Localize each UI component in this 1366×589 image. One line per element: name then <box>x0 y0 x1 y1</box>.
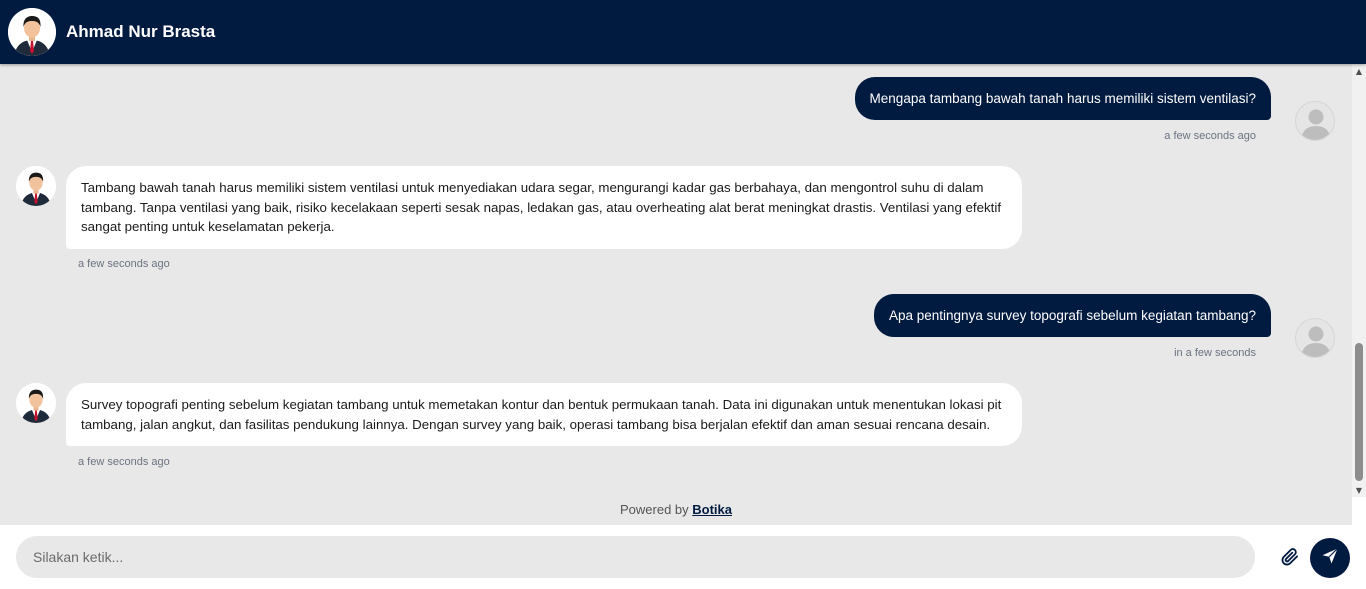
bot-message-bubble: Survey topografi penting sebelum kegiata… <box>66 383 1022 446</box>
message-composer <box>0 525 1366 589</box>
message-input[interactable] <box>16 536 1255 578</box>
user-message-bubble: Mengapa tambang bawah tanah harus memili… <box>854 77 1271 120</box>
user-avatar-icon <box>1295 101 1335 141</box>
paperclip-icon[interactable] <box>1279 546 1301 568</box>
contact-name: Ahmad Nur Brasta <box>66 22 216 41</box>
message-timestamp: a few seconds ago <box>1164 130 1256 142</box>
scroll-up-arrow-icon[interactable]: ▲ <box>1352 64 1366 78</box>
chat-messages-area[interactable]: Mengapa tambang bawah tanah harus memili… <box>0 64 1352 525</box>
send-button[interactable] <box>1310 538 1350 578</box>
chat-scrollbar[interactable]: ▲ ▼ <box>1352 64 1366 497</box>
powered-by-footer: Powered by Botika <box>0 502 1352 517</box>
message-timestamp: in a few seconds <box>1174 347 1256 359</box>
user-message-bubble: Apa pentingnya survey topografi sebelum … <box>874 294 1271 337</box>
scroll-down-arrow-icon[interactable]: ▼ <box>1352 483 1366 497</box>
user-avatar-icon <box>1295 318 1335 358</box>
paper-plane-icon <box>1321 547 1339 569</box>
bot-message-bubble: Tambang bawah tanah harus memiliki siste… <box>66 166 1022 249</box>
message-timestamp: a few seconds ago <box>78 258 170 270</box>
businessman-avatar-icon <box>8 8 56 56</box>
message-timestamp: a few seconds ago <box>78 456 170 468</box>
chat-header: Ahmad Nur Brasta <box>0 0 1366 64</box>
bot-avatar-icon <box>16 383 56 423</box>
powered-by-label: Powered by <box>619 502 689 517</box>
botika-link[interactable]: Botika <box>692 502 732 517</box>
bot-avatar-icon <box>16 166 56 206</box>
scrollbar-thumb[interactable] <box>1355 343 1363 481</box>
